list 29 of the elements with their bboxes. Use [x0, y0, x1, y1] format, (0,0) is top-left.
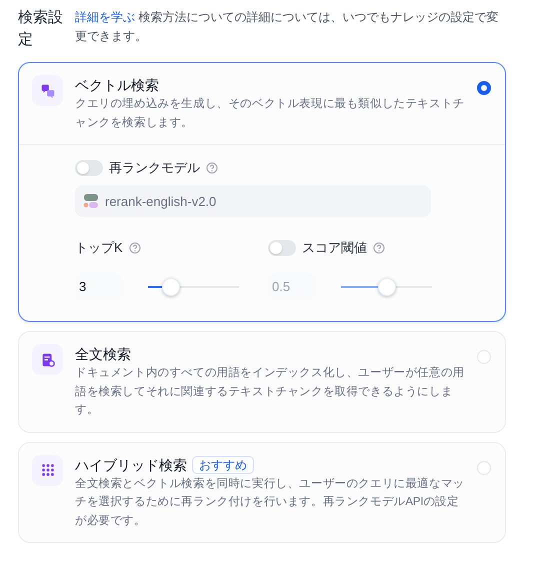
setting-label: トップK — [75, 239, 123, 257]
toggle-switch[interactable] — [268, 240, 296, 256]
grid-icon — [40, 462, 56, 478]
option-card[interactable]: 全文検索 ドキュメント内のすべての用語をインデックス化し、ユーザーが任意の用語を検索してそれに関連するテキストチャンクを取得できるようにします。 — [18, 331, 506, 432]
setting-label: スコア閾値 — [302, 239, 367, 257]
learn-more-link[interactable]: 詳細を学ぶ — [75, 10, 135, 24]
toggle-switch[interactable] — [75, 160, 103, 176]
document-search-icon — [40, 352, 56, 368]
model-select[interactable]: rerank-english-v2.0 — [75, 185, 431, 217]
option-card[interactable]: ハイブリッド検索 おすすめ 全文検索とベクトル検索を同時に実行し、ユーザーのクエリに最適なマッチを選択するために再ランク付けを行います。再ランクモデルAPIの設定が必要です。 — [18, 442, 506, 543]
radio-button[interactable] — [477, 81, 491, 95]
option-description: ドキュメント内のすべての用語をインデックス化し、ユーザーが任意の用語を検索してそれに関連するテキストチャンクを取得できるようにします。 — [75, 366, 465, 418]
help-icon[interactable] — [373, 242, 385, 254]
help-icon[interactable] — [128, 242, 141, 254]
option-description: 全文検索とベクトル検索を同時に実行し、ユーザーのクエリに最適なマッチを選択するために再ランク付けを行います。再ランクモデルAPIの設定が必要です。 — [75, 476, 465, 528]
model-logo-icon — [83, 193, 99, 209]
section-description: 詳細を学ぶ 検索方法についての詳細については、いつでもナレッジの設定で変更できます。 — [75, 9, 500, 45]
recommended-badge: おすすめ — [192, 456, 254, 474]
option-title: 全文検索 — [75, 345, 131, 364]
section-title: 検索設定 — [18, 8, 64, 50]
slider-thumb[interactable] — [162, 278, 180, 296]
option-title: ハイブリッド検索 — [75, 456, 187, 474]
option-card[interactable]: ベクトル検索 クエリの埋め込みを生成し、そのベクトル表現に最も類似したテキストチャンクを検索します。 再ランクモデル rerank-english-v2.0 トップK 3 スコア閾値 0.5 — [18, 62, 506, 322]
translate-icon — [40, 82, 56, 98]
setting-label: 再ランクモデル — [109, 159, 200, 177]
slider-thumb[interactable] — [378, 278, 396, 296]
option-description: クエリの埋め込みを生成し、そのベクトル表現に最も類似したテキストチャンクを検索します。 — [75, 96, 465, 130]
option-title: ベクトル検索 — [75, 76, 159, 95]
help-icon[interactable] — [206, 162, 218, 174]
